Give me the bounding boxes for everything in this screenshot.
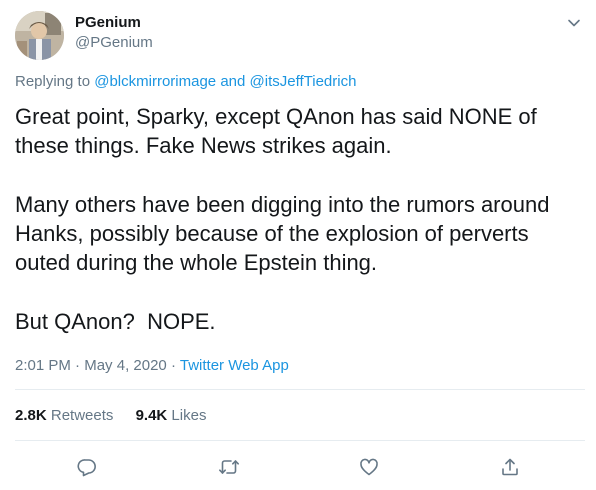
tweet-timestamp: 2:01 PM · May 4, 2020 · Twitter Web App (15, 356, 289, 376)
likes-stat[interactable]: 9.4K Likes (136, 407, 207, 424)
share-icon (502, 458, 518, 476)
likes-label: Likes (171, 407, 207, 424)
retweet-icon (219, 460, 239, 474)
text-line: these things. Fake News strikes again. (15, 133, 392, 158)
retweets-label: Retweets (50, 407, 114, 424)
text-line: Hanks, possibly because of the explosion… (15, 221, 529, 246)
reply-conjunction: and (220, 73, 246, 90)
retweets-count: 2.8K (15, 407, 47, 424)
tweet: PGenium @PGenium Replying to @blckmirror… (0, 0, 596, 490)
tweet-text: Great point, Sparky, except QAnon has sa… (15, 102, 585, 336)
share-button[interactable] (498, 455, 522, 479)
chevron-down-icon (568, 19, 580, 27)
avatar[interactable] (15, 11, 64, 60)
divider (15, 440, 585, 441)
heart-icon (360, 458, 378, 476)
meta-separator: · (170, 357, 176, 374)
paragraph-2: Many others have been digging into the r… (15, 190, 585, 277)
avatar-photo-icon (15, 11, 64, 60)
reply-user-link-2[interactable]: @itsJeffTiedrich (250, 73, 357, 90)
reply-icon (77, 459, 96, 477)
replying-to: Replying to @blckmirrorimage and @itsJef… (15, 72, 356, 92)
like-button[interactable] (357, 455, 381, 479)
tweet-menu-button[interactable] (563, 12, 585, 34)
meta-separator: · (75, 357, 81, 374)
retweet-button[interactable] (217, 455, 241, 479)
likes-count: 9.4K (135, 407, 168, 424)
display-name[interactable]: PGenium (75, 13, 141, 33)
paragraph-1: Great point, Sparky, except QAnon has sa… (15, 102, 585, 160)
replying-prefix: Replying to (15, 73, 91, 90)
text-line: But QAnon? NOPE. (15, 309, 216, 334)
text-line: Many others have been digging into the r… (15, 192, 550, 217)
reply-user-link-1[interactable]: @blckmirrorimage (94, 73, 216, 90)
source-link[interactable]: Twitter Web App (180, 357, 289, 374)
tweet-time[interactable]: 2:01 PM (15, 357, 71, 374)
text-line: Great point, Sparky, except QAnon has sa… (15, 104, 537, 129)
tweet-date[interactable]: May 4, 2020 (84, 357, 167, 374)
text-line: outed during the whole Epstein thing. (15, 250, 378, 275)
engagement-stats: 2.8K Retweets 9.4K Likes (15, 406, 224, 426)
user-handle[interactable]: @PGenium (75, 33, 153, 53)
reply-button[interactable] (75, 455, 99, 479)
paragraph-3: But QAnon? NOPE. (15, 307, 585, 336)
retweets-stat[interactable]: 2.8K Retweets (15, 407, 113, 424)
divider (15, 389, 585, 390)
